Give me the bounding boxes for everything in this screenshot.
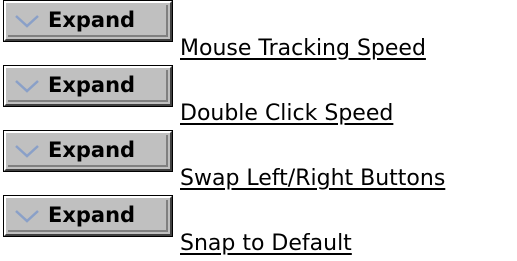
chevron-down-icon — [15, 15, 39, 28]
chevron-down-icon — [15, 80, 39, 93]
chevron-down-icon — [15, 210, 39, 223]
expand-button[interactable]: Expand — [3, 195, 173, 237]
setting-link-swap-left-right-buttons[interactable]: Swap Left/Right Buttons — [180, 165, 445, 193]
setting-row-mouse-tracking-speed: Expand Mouse Tracking Speed — [0, 0, 517, 62]
expand-button-label: Expand — [48, 73, 136, 97]
expand-button[interactable]: Expand — [3, 130, 173, 172]
setting-link-snap-to-default[interactable]: Snap to Default — [180, 230, 352, 258]
expand-button[interactable]: Expand — [3, 65, 173, 107]
setting-row-snap-to-default: Expand Snap to Default — [0, 195, 517, 257]
expand-button-label: Expand — [48, 203, 136, 227]
setting-row-swap-buttons: Expand Swap Left/Right Buttons — [0, 130, 517, 192]
expand-button-label: Expand — [48, 138, 136, 162]
setting-link-mouse-tracking-speed[interactable]: Mouse Tracking Speed — [180, 35, 426, 63]
chevron-down-icon — [15, 145, 39, 158]
expand-button-label: Expand — [48, 8, 136, 32]
setting-link-double-click-speed[interactable]: Double Click Speed — [180, 100, 393, 128]
expand-button[interactable]: Expand — [3, 0, 173, 42]
setting-row-double-click-speed: Expand Double Click Speed — [0, 65, 517, 127]
